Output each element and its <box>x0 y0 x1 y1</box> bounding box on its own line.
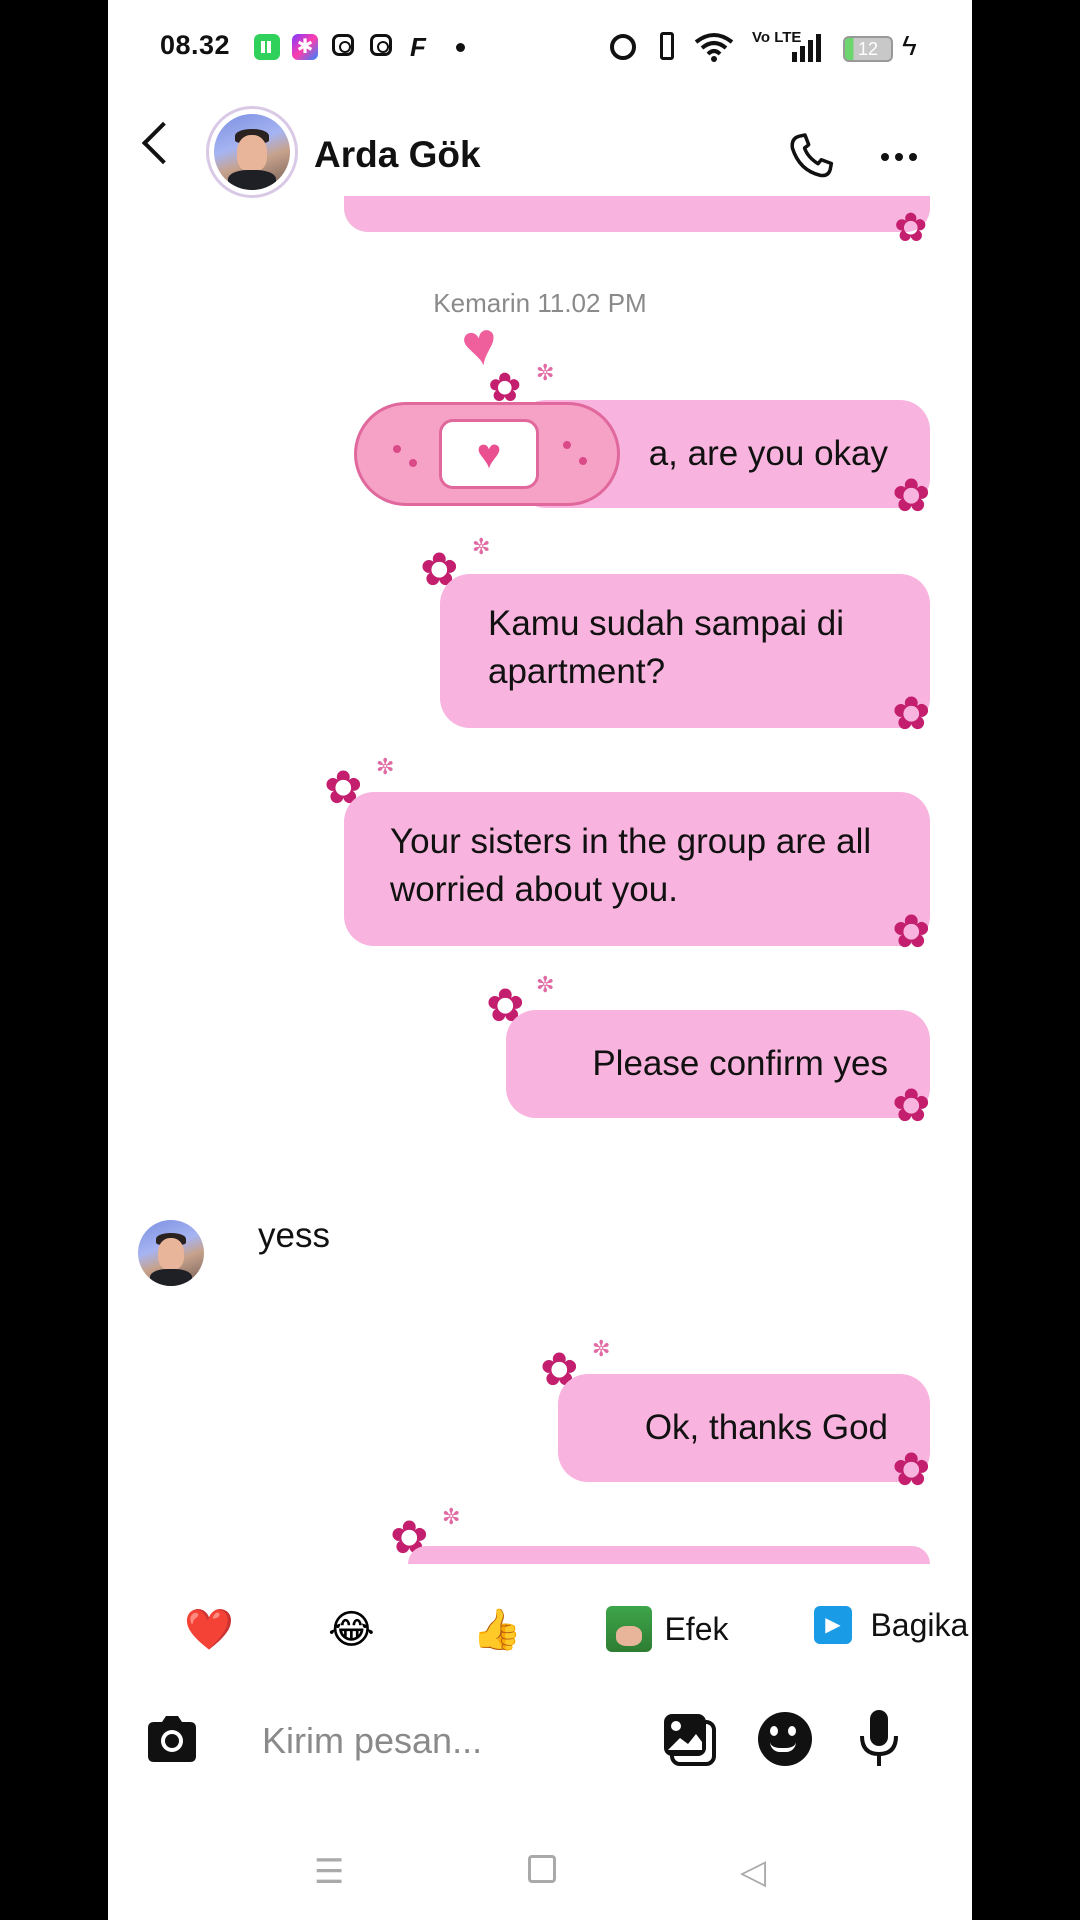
sent-message[interactable]: Please confirm yes <box>506 1010 930 1118</box>
flower-sticker-icon: ✿ <box>892 469 931 521</box>
instagram-icon <box>370 34 392 56</box>
flower-sticker-icon: ✼ <box>472 534 491 559</box>
flower-sticker-icon: ✿ <box>892 905 931 957</box>
sent-message[interactable]: Your sisters in the group are all worrie… <box>344 792 930 946</box>
message-text: Please confirm yes <box>592 1044 888 1083</box>
microphone-icon[interactable] <box>856 1708 902 1770</box>
effect-thumbnail-icon <box>606 1606 652 1652</box>
flower-sticker-icon: ✼ <box>442 1504 461 1529</box>
message-timestamp: Kemarin 11.02 PM <box>433 288 647 318</box>
gallery-icon[interactable] <box>662 1712 718 1768</box>
sent-message[interactable]: Ok, thanks God <box>558 1374 930 1482</box>
thumbs-up-reaction-button[interactable]: 👍 <box>472 1606 522 1654</box>
signal-icon <box>792 34 821 62</box>
message-bubble-partial[interactable] <box>344 196 930 232</box>
flower-sticker-icon: ✿ <box>488 366 522 410</box>
flower-sticker-icon: ✼ <box>592 1336 611 1361</box>
more-options-button[interactable] <box>881 148 923 166</box>
notification-dot <box>456 43 465 52</box>
message-text: Kamu sudah sampai di apartment? <box>488 604 845 691</box>
heart-reaction-button[interactable]: ❤️ <box>184 1606 234 1654</box>
sticker-icon[interactable] <box>758 1712 812 1766</box>
battery-icon: 12 <box>843 36 893 62</box>
message-bubble-partial[interactable] <box>408 1546 930 1564</box>
received-message[interactable]: yess <box>258 1216 330 1256</box>
message-input[interactable]: Kirim pesan... <box>262 1720 482 1762</box>
charging-icon: ϟ <box>902 30 917 61</box>
bandage-sticker: ♥ <box>354 402 620 506</box>
pinwheel-app-icon: ✱ <box>292 34 318 60</box>
flower-sticker-icon: ✿ <box>892 687 931 739</box>
menu-nav-button[interactable]: ☰ <box>314 1852 344 1892</box>
back-nav-button[interactable]: ◁ <box>740 1852 766 1892</box>
back-button[interactable] <box>141 121 185 165</box>
vibrate-icon <box>660 32 674 60</box>
effects-label: Efek <box>664 1610 729 1647</box>
camera-icon[interactable] <box>144 1714 200 1764</box>
contact-name[interactable]: Arda Gök <box>314 134 481 176</box>
heart-icon: ♥ <box>439 419 539 489</box>
flower-sticker-icon: ✼ <box>536 360 555 385</box>
grid-app-icon <box>254 34 280 60</box>
message-text: a, are you okay <box>648 434 888 473</box>
sent-message[interactable]: Kamu sudah sampai di apartment? <box>440 574 930 728</box>
laugh-reaction-button[interactable]: 😂 <box>328 1606 375 1654</box>
wifi-icon <box>694 33 734 62</box>
contact-avatar[interactable] <box>206 106 298 198</box>
phone-call-icon[interactable] <box>784 128 840 184</box>
flower-sticker-icon: ✿ <box>892 1079 931 1131</box>
message-text: Ok, thanks God <box>644 1408 888 1447</box>
avatar <box>214 114 290 190</box>
status-time: 08.32 <box>160 30 231 60</box>
flower-sticker-icon: ✼ <box>536 972 555 997</box>
share-label: Bagika <box>870 1606 969 1643</box>
share-button[interactable]: ▶ Bagika <box>814 1606 968 1656</box>
chat-screen: 08.32 ✱ F Vo LTE 12 ϟ Arda Gök ✿ Kemarin… <box>108 0 972 1920</box>
instagram-icon <box>332 34 354 56</box>
alarm-icon <box>610 34 636 60</box>
f-app-icon: F <box>410 32 426 62</box>
message-text: Your sisters in the group are all worrie… <box>390 822 872 909</box>
flower-sticker-icon: ✼ <box>376 754 395 779</box>
home-nav-button[interactable] <box>528 1855 556 1883</box>
sender-avatar[interactable] <box>138 1220 204 1286</box>
flower-sticker-icon: ✿ <box>892 1443 931 1495</box>
play-icon: ▶ <box>814 1606 852 1644</box>
effects-button[interactable]: Efek <box>606 1606 728 1656</box>
flower-sticker-icon: ✿ <box>894 206 928 250</box>
